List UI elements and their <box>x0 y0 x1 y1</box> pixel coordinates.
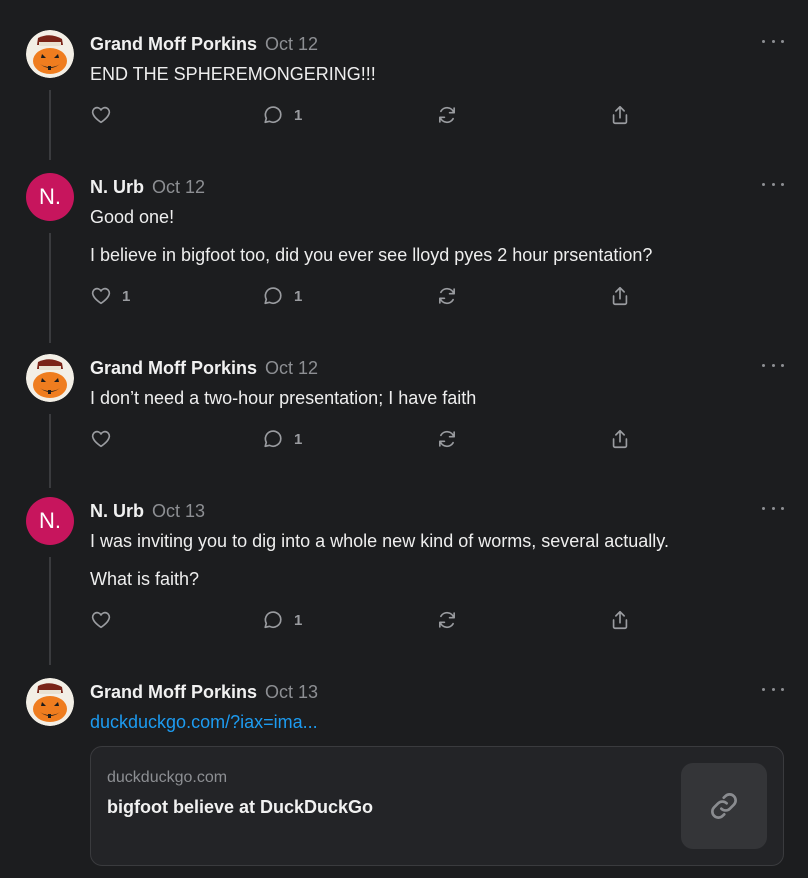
avatar-initials: N. <box>39 184 61 209</box>
avatar[interactable] <box>26 354 74 402</box>
link-icon <box>711 793 737 819</box>
share-button[interactable] <box>609 426 631 452</box>
repost-icon <box>439 287 455 305</box>
comment-text: END THE SPHEREMONGERING!!! <box>90 64 376 84</box>
comment-thread: Grand Moff Porkins Oct 12 END THE SPHERE… <box>0 0 808 878</box>
thread-line <box>49 557 51 665</box>
author-name[interactable]: Grand Moff Porkins <box>90 682 257 703</box>
reply-count: 1 <box>294 430 303 448</box>
card-domain: duckduckgo.com <box>107 769 228 786</box>
comment-text: I don’t need a two-hour presentation; I … <box>90 388 477 408</box>
card-title: bigfoot believe at DuckDuckGo <box>107 797 374 817</box>
comment-header: Grand Moff Porkins Oct 13 <box>90 680 318 704</box>
comment-date[interactable]: Oct 12 <box>265 34 318 55</box>
reply-count: 1 <box>294 287 303 305</box>
comment-text: What is faith? <box>90 569 200 589</box>
reply-count: 1 <box>294 106 303 124</box>
share-icon <box>612 429 628 449</box>
author-name[interactable]: N. Urb <box>90 177 144 198</box>
comment-date[interactable]: Oct 13 <box>265 682 318 703</box>
comment-text: I believe in bigfoot too, did you ever s… <box>90 245 653 265</box>
like-button[interactable] <box>90 102 122 128</box>
avatar-initials: N. <box>39 508 61 533</box>
heart-icon <box>91 287 111 305</box>
comment-actions: 1 1 <box>90 283 650 309</box>
thread-line <box>49 414 51 488</box>
author-name[interactable]: Grand Moff Porkins <box>90 358 257 379</box>
comment-header: Grand Moff Porkins Oct 12 <box>90 356 318 380</box>
comment-actions: 1 <box>90 102 650 128</box>
comment-icon <box>264 611 282 629</box>
comment-date[interactable]: Oct 13 <box>152 501 205 522</box>
comment-icon <box>264 287 282 305</box>
comment-actions: 1 <box>90 426 650 452</box>
repost-icon <box>439 611 455 629</box>
reply-button[interactable]: 1 <box>262 426 302 452</box>
comment-date[interactable]: Oct 12 <box>265 358 318 379</box>
heart-icon <box>91 430 111 448</box>
comment-icon <box>264 106 282 124</box>
reply-count: 1 <box>294 611 303 629</box>
comment-text: I was inviting you to dig into a whole n… <box>90 531 669 551</box>
heart-icon <box>91 611 111 629</box>
comment-header: N. Urb Oct 13 <box>90 499 205 523</box>
reply-button[interactable]: 1 <box>262 102 302 128</box>
comment-date[interactable]: Oct 12 <box>152 177 205 198</box>
like-button[interactable]: 1 <box>90 283 130 309</box>
restack-button[interactable] <box>436 426 458 452</box>
author-name[interactable]: N. Urb <box>90 501 144 522</box>
author-name[interactable]: Grand Moff Porkins <box>90 34 257 55</box>
card-thumbnail <box>681 763 767 849</box>
reply-button[interactable]: 1 <box>262 283 302 309</box>
share-icon <box>612 286 628 306</box>
comment-link[interactable]: duckduckgo.com/?iax=ima... <box>90 712 318 733</box>
comment-header: N. Urb Oct 12 <box>90 175 205 199</box>
avatar[interactable]: N. <box>26 173 74 221</box>
link-preview-card[interactable]: duckduckgo.com bigfoot believe at DuckDu… <box>90 746 784 866</box>
share-button[interactable] <box>609 102 631 128</box>
more-dots-icon[interactable] <box>762 682 784 696</box>
heart-icon <box>91 106 111 124</box>
share-button[interactable] <box>609 283 631 309</box>
more-dots-icon[interactable] <box>762 34 784 48</box>
pumpkin-avatar-icon <box>26 30 74 78</box>
share-icon <box>612 610 628 630</box>
more-dots-icon[interactable] <box>762 177 784 191</box>
comment-icon <box>264 430 282 448</box>
like-count: 1 <box>122 287 131 305</box>
thread-line <box>49 233 51 343</box>
restack-button[interactable] <box>436 102 458 128</box>
like-button[interactable] <box>90 607 122 633</box>
comment-actions: 1 <box>90 607 650 633</box>
more-dots-icon[interactable] <box>762 501 784 515</box>
avatar[interactable] <box>26 678 74 726</box>
avatar[interactable] <box>26 30 74 78</box>
reply-button[interactable]: 1 <box>262 607 302 633</box>
share-icon <box>612 105 628 125</box>
avatar[interactable]: N. <box>26 497 74 545</box>
repost-icon <box>439 106 455 124</box>
restack-button[interactable] <box>436 607 458 633</box>
restack-button[interactable] <box>436 283 458 309</box>
more-dots-icon[interactable] <box>762 358 784 372</box>
comment-text: Good one! <box>90 207 175 227</box>
thread-line <box>49 90 51 160</box>
repost-icon <box>439 430 455 448</box>
comment-header: Grand Moff Porkins Oct 12 <box>90 32 318 56</box>
pumpkin-avatar-icon <box>26 678 74 726</box>
like-button[interactable] <box>90 426 122 452</box>
share-button[interactable] <box>609 607 631 633</box>
pumpkin-avatar-icon <box>26 354 74 402</box>
